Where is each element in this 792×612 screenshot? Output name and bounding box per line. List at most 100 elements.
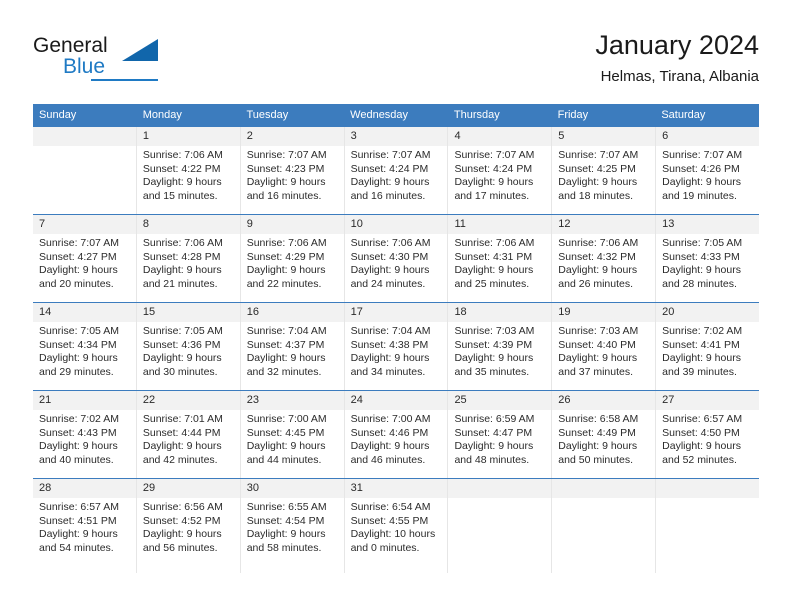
day-details: Sunrise: 7:03 AM Sunset: 4:39 PM Daylight:… [448,322,551,379]
day-detail-line: Sunset: 4:45 PM [246,426,325,439]
day-detail-line: Sunset: 4:49 PM [558,426,636,439]
weekday-header-tuesday: Tuesday [246,109,289,121]
day-cell-8[interactable]: 8 Sunrise: 7:06 AM Sunset: 4:28 PM Daylight… [136,215,241,302]
weekday-header-sunday: Sunday [39,109,77,121]
weekday-header-row: Sunday Monday Tuesday Wednesday Thursday Frid… [33,104,759,126]
day-cell-9[interactable]: 9 Sunrise: 7:06 AM Sunset: 4:29 PM Daylight… [240,215,345,302]
day-cell-10[interactable]: 10 Sunrise: 7:06 AM Sunset: 4:30 PM Dayligh… [344,215,449,302]
day-details: Sunrise: 6:57 AM Sunset: 4:50 PM Daylight:… [656,410,759,467]
day-detail-line: Sunrise: 7:07 AM [246,149,327,161]
day-detail-line: and 28 minutes. [662,277,737,290]
day-cell-29[interactable]: 29 Sunrise: 6:56 AM Sunset: 4:52 PM Dayligh… [136,479,241,573]
day-number: 22 [136,391,240,410]
day-details: Sunrise: 7:06 AM Sunset: 4:22 PM Daylight:… [137,146,240,203]
day-detail-line: Sunrise: 7:07 AM [39,237,119,249]
day-cell-7[interactable]: 7 Sunrise: 7:07 AM Sunset: 4:27 PM Daylight… [33,215,137,302]
day-cell-empty [448,479,553,573]
day-cell-21[interactable]: 21 Sunrise: 7:02 AM Sunset: 4:43 PM Dayligh… [33,391,137,478]
weekday-header-wednesday: Wednesday [350,109,409,121]
day-cell-5[interactable]: 5 Sunrise: 7:07 AM Sunset: 4:25 PM Daylight… [552,127,657,214]
day-detail-line: Sunrise: 7:04 AM [350,325,431,337]
day-detail-line: Sunrise: 7:04 AM [246,325,327,337]
day-detail-line: Sunrise: 7:05 AM [142,325,223,337]
day-details: Sunrise: 6:55 AM Sunset: 4:54 PM Daylight:… [241,498,344,555]
day-detail-line: Daylight: 9 hours [558,440,638,452]
day-cell-24[interactable]: 24 Sunrise: 7:00 AM Sunset: 4:46 PM Dayligh… [344,391,449,478]
calendar-weeks: 1 Sunrise: 7:06 AM Sunset: 4:22 PM Daylight… [33,126,760,573]
day-detail-line: Sunset: 4:22 PM [142,162,221,175]
day-cell-18[interactable]: 18 Sunrise: 7:03 AM Sunset: 4:39 PM Dayligh… [448,303,553,390]
day-cell-31[interactable]: 31 Sunrise: 6:54 AM Sunset: 4:55 PM Dayligh… [344,479,449,573]
day-number [552,479,656,498]
day-detail-line: Daylight: 9 hours [246,352,326,364]
day-detail-line: and 34 minutes. [350,365,426,378]
day-number: 21 [33,391,136,410]
day-detail-line: Daylight: 9 hours [662,352,741,364]
day-cell-26[interactable]: 26 Sunrise: 6:58 AM Sunset: 4:49 PM Dayligh… [552,391,657,478]
day-cell-2[interactable]: 2 Sunrise: 7:07 AM Sunset: 4:23 PM Daylight… [240,127,345,214]
day-detail-line: Sunset: 4:34 PM [39,338,117,351]
day-details: Sunrise: 7:04 AM Sunset: 4:37 PM Daylight:… [241,322,344,379]
day-detail-line: Sunrise: 7:05 AM [39,325,119,337]
day-detail-line: Sunrise: 7:00 AM [350,413,431,425]
day-detail-line: Sunrise: 7:06 AM [142,237,223,249]
calendar-week-row: 14 Sunrise: 7:05 AM Sunset: 4:34 PM Dayligh… [33,302,760,390]
day-number: 9 [240,215,344,234]
day-detail-line: and 25 minutes. [454,277,530,290]
day-cell-1[interactable]: 1 Sunrise: 7:06 AM Sunset: 4:22 PM Daylight… [136,127,241,214]
day-cell-16[interactable]: 16 Sunrise: 7:04 AM Sunset: 4:37 PM Dayligh… [240,303,345,390]
day-detail-line: and 37 minutes. [558,365,634,378]
day-details: Sunrise: 6:57 AM Sunset: 4:51 PM Daylight:… [33,498,136,555]
day-detail-line: Daylight: 9 hours [142,264,222,276]
day-detail-line: Sunrise: 7:02 AM [662,325,743,337]
day-detail-line: Sunset: 4:31 PM [454,250,533,263]
day-cell-15[interactable]: 15 Sunrise: 7:05 AM Sunset: 4:36 PM Dayligh… [136,303,241,390]
day-cell-23[interactable]: 23 Sunrise: 7:00 AM Sunset: 4:45 PM Dayligh… [240,391,345,478]
day-detail-line: Sunset: 4:28 PM [142,250,221,263]
day-cell-25[interactable]: 25 Sunrise: 6:59 AM Sunset: 4:47 PM Dayligh… [448,391,553,478]
day-details: Sunrise: 7:07 AM Sunset: 4:24 PM Daylight:… [345,146,448,203]
day-detail-line: Sunrise: 7:03 AM [454,325,535,337]
day-cell-13[interactable]: 13 Sunrise: 7:05 AM Sunset: 4:33 PM Dayligh… [656,215,760,302]
day-cell-17[interactable]: 17 Sunrise: 7:04 AM Sunset: 4:38 PM Dayligh… [344,303,449,390]
day-detail-line: and 52 minutes. [662,453,737,466]
day-details [448,498,551,501]
day-cell-3[interactable]: 3 Sunrise: 7:07 AM Sunset: 4:24 PM Daylight… [344,127,449,214]
day-detail-line: Daylight: 10 hours [350,528,436,540]
day-cell-28[interactable]: 28 Sunrise: 6:57 AM Sunset: 4:51 PM Dayligh… [33,479,137,573]
day-cell-11[interactable]: 11 Sunrise: 7:06 AM Sunset: 4:31 PM Dayligh… [448,215,553,302]
day-detail-line: Sunset: 4:25 PM [558,162,636,175]
day-cell-12[interactable]: 12 Sunrise: 7:06 AM Sunset: 4:32 PM Dayligh… [552,215,657,302]
day-detail-line: and 56 minutes. [142,541,218,554]
day-detail-line: and 58 minutes. [246,541,322,554]
day-detail-line: Daylight: 9 hours [39,528,118,540]
day-detail-line: Sunset: 4:33 PM [662,250,740,263]
day-cell-4[interactable]: 4 Sunrise: 7:07 AM Sunset: 4:24 PM Daylight… [448,127,553,214]
day-number: 6 [656,127,760,146]
day-cell-6[interactable]: 6 Sunrise: 7:07 AM Sunset: 4:26 PM Daylight… [656,127,760,214]
day-detail-line: Sunrise: 7:01 AM [142,413,223,425]
day-number: 25 [448,391,552,410]
day-detail-line: Daylight: 9 hours [350,352,430,364]
day-cell-22[interactable]: 22 Sunrise: 7:01 AM Sunset: 4:44 PM Dayligh… [136,391,241,478]
day-detail-line: Sunset: 4:51 PM [39,514,117,527]
day-cell-19[interactable]: 19 Sunrise: 7:03 AM Sunset: 4:40 PM Dayligh… [552,303,657,390]
day-details: Sunrise: 6:58 AM Sunset: 4:49 PM Daylight:… [552,410,655,467]
day-detail-line: Sunrise: 7:00 AM [246,413,327,425]
day-detail-line: Sunset: 4:32 PM [558,250,636,263]
day-detail-line: Daylight: 9 hours [454,352,534,364]
day-detail-line: Daylight: 9 hours [142,528,222,540]
brand-logo[interactable]: General Blue [33,34,163,86]
page-header: General Blue January 2024 Helmas, Tirana… [33,28,759,96]
day-detail-line: Sunrise: 7:02 AM [39,413,119,425]
day-number: 23 [240,391,344,410]
day-number: 30 [240,479,344,498]
day-cell-30[interactable]: 30 Sunrise: 6:55 AM Sunset: 4:54 PM Dayligh… [240,479,345,573]
day-details: Sunrise: 7:06 AM Sunset: 4:32 PM Daylight:… [552,234,655,291]
day-cell-20[interactable]: 20 Sunrise: 7:02 AM Sunset: 4:41 PM Dayligh… [656,303,760,390]
weekday-header-saturday: Saturday [661,109,706,121]
day-details [33,146,136,149]
day-detail-line: Daylight: 9 hours [350,440,430,452]
day-cell-27[interactable]: 27 Sunrise: 6:57 AM Sunset: 4:50 PM Dayligh… [656,391,760,478]
day-cell-14[interactable]: 14 Sunrise: 7:05 AM Sunset: 4:34 PM Dayligh… [33,303,137,390]
